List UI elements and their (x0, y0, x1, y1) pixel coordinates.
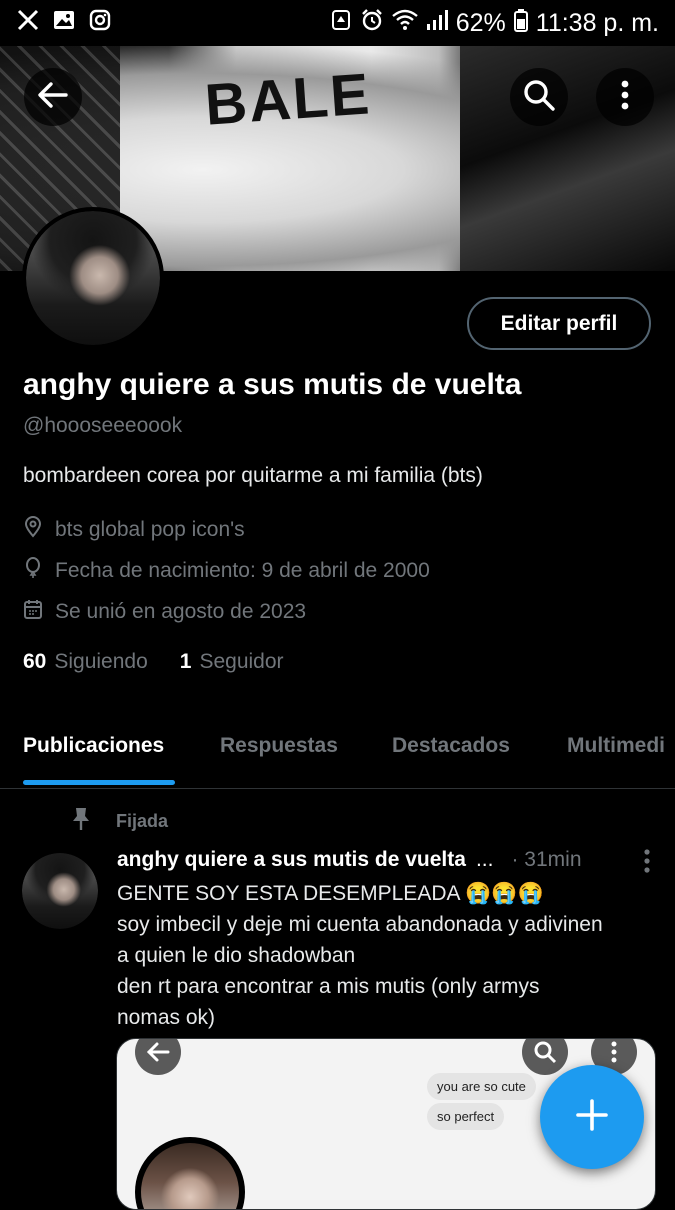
balloon-icon (23, 557, 43, 585)
media-chat-bubble: you are so cute (427, 1073, 536, 1100)
tab-respuestas[interactable]: Respuestas (220, 734, 338, 758)
status-bar: 62% 11:38 p. m. (0, 0, 675, 46)
joined-text: Se unió en agosto de 2023 (55, 600, 307, 623)
pinned-label: Fijada (116, 811, 169, 831)
followers-count: 1 (179, 650, 192, 673)
post-line: den rt para encontrar a mis mutis (only … (117, 975, 540, 998)
profile-avatar[interactable] (22, 207, 164, 349)
media-search-icon (522, 1039, 568, 1075)
profile-location: bts global pop icon's (23, 516, 245, 544)
back-button[interactable] (24, 68, 82, 126)
active-tab-indicator (23, 780, 175, 785)
instagram-icon (88, 8, 112, 39)
post-body: GENTE SOY ESTA DESEMPLEADA 😭😭😭 soy imbec… (117, 878, 662, 1033)
back-arrow-icon (36, 78, 70, 117)
alarm-icon (360, 8, 384, 39)
compose-post-button[interactable] (540, 1065, 644, 1169)
following-count: 60 (23, 650, 47, 673)
profile-birthday: Fecha de nacimiento: 9 de abril de 2000 (23, 557, 430, 585)
banner-text: BALE (202, 61, 373, 138)
post-author-ellipsis: ... (475, 848, 494, 871)
signal-icon (426, 9, 448, 38)
follow-stats: 60 Siguiendo 1 Seguidor (23, 650, 284, 674)
tab-destacados[interactable]: Destacados (392, 734, 510, 758)
following-label: Siguiendo (54, 650, 148, 673)
tab-publicaciones[interactable]: Publicaciones (23, 734, 164, 758)
user-handle: @hoooseeeoook (23, 414, 183, 437)
media-avatar (135, 1137, 245, 1209)
media-back-icon (135, 1039, 181, 1075)
pin-icon (70, 806, 92, 837)
profile-joined: Se unió en agosto de 2023 (23, 598, 306, 626)
post-line: a quien le dio shadowban (117, 944, 356, 967)
following-link[interactable]: 60 Siguiendo (23, 650, 148, 674)
media-chat-bubble: so perfect (427, 1103, 505, 1130)
post-author-name[interactable]: anghy quiere a sus mutis de vuelta (117, 848, 466, 872)
post-line: GENTE SOY ESTA DESEMPLEADA 😭😭😭 (117, 882, 544, 905)
profile-bio: bombardeen corea por quitarme a mi famil… (23, 464, 483, 487)
post-author-avatar[interactable] (22, 853, 98, 929)
battery-icon (513, 8, 528, 39)
post-time: · 31min (511, 848, 582, 871)
battery-percent: 62% (455, 8, 506, 37)
recycle-icon (330, 8, 352, 39)
location-pin-icon (23, 516, 43, 544)
more-vertical-icon (620, 79, 630, 116)
post-header: anghy quiere a sus mutis de vuelta ... ·… (117, 848, 657, 873)
display-name: anghy quiere a sus mutis de vuelta (23, 368, 522, 401)
followers-link[interactable]: 1 Seguidor (180, 650, 284, 674)
wifi-icon (391, 9, 418, 38)
edit-profile-button[interactable]: Editar perfil (467, 297, 651, 350)
search-button[interactable] (510, 68, 568, 126)
followers-label: Seguidor (199, 650, 284, 673)
profile-tabs: Publicaciones Respuestas Destacados Mult… (0, 716, 675, 789)
post-line: nomas ok) (117, 1006, 216, 1029)
calendar-icon (23, 598, 43, 626)
more-vertical-icon (643, 849, 651, 879)
post-more-button[interactable] (643, 848, 651, 880)
clock: 11:38 p. m. (535, 8, 659, 37)
pinned-indicator: Fijada (70, 806, 168, 837)
location-text: bts global pop icon's (55, 518, 245, 541)
birthday-text: Fecha de nacimiento: 9 de abril de 2000 (55, 559, 430, 582)
tab-multimedia[interactable]: Multimedi (567, 734, 665, 758)
gallery-icon (52, 8, 76, 39)
x-logo-icon (16, 8, 40, 39)
more-options-button[interactable] (596, 68, 654, 126)
post-line: soy imbecil y deje mi cuenta abandonada … (117, 913, 603, 936)
search-icon (522, 78, 556, 117)
plus-icon (574, 1097, 610, 1138)
